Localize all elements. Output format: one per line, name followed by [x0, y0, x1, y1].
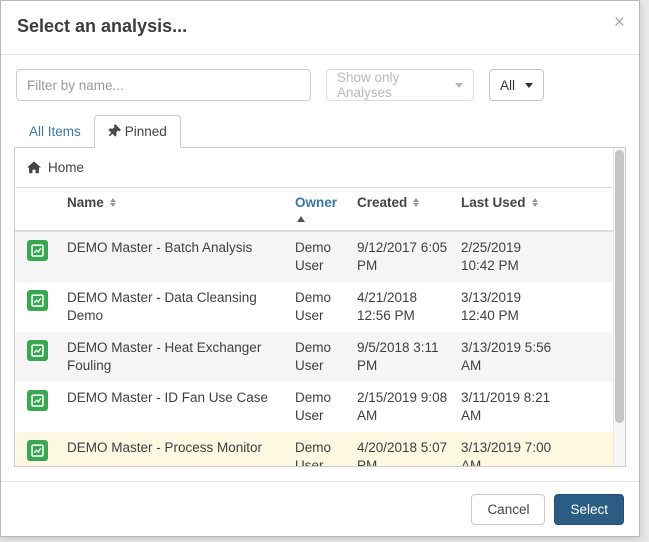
table-body: DEMO Master - Batch Analysis Demo User 9…	[15, 232, 613, 466]
row-created: 4/21/2018 12:56 PM	[357, 289, 461, 325]
column-header-created[interactable]: Created	[357, 194, 461, 212]
row-last-used: 3/13/2019 7:00 AM	[461, 439, 556, 466]
show-only-analyses-dropdown[interactable]: Show only Analyses	[326, 69, 474, 101]
table-row[interactable]: DEMO Master - ID Fan Use Case Demo User …	[15, 382, 613, 432]
modal-title: Select an analysis...	[17, 16, 623, 37]
column-header-last-used[interactable]: Last Used	[461, 194, 556, 212]
row-name: DEMO Master - ID Fan Use Case	[67, 389, 295, 407]
tab-all-items[interactable]: All Items	[16, 116, 94, 147]
row-last-used: 3/11/2019 8:21 AM	[461, 389, 556, 425]
filter-toolbar: Show only Analyses All	[1, 55, 639, 101]
sort-icon	[110, 198, 116, 207]
row-created: 9/12/2017 6:05 PM	[357, 239, 461, 275]
row-name: DEMO Master - Process Monitor	[67, 439, 295, 457]
scrollbar-thumb[interactable]	[615, 150, 624, 423]
row-last-used: 3/13/2019 5:56 AM	[461, 339, 556, 375]
analysis-icon	[27, 340, 48, 361]
row-name: DEMO Master - Data Cleansing Demo	[67, 289, 295, 325]
show-only-analyses-label: Show only Analyses	[337, 70, 447, 100]
close-icon[interactable]: ×	[614, 13, 625, 32]
row-owner: Demo User	[295, 339, 357, 375]
scope-dropdown[interactable]: All	[489, 69, 544, 101]
home-icon	[27, 161, 41, 174]
select-analysis-modal: × Select an analysis... Show only Analys…	[0, 0, 640, 537]
caret-down-icon	[455, 83, 463, 88]
row-name: DEMO Master - Heat Exchanger Fouling	[67, 339, 295, 375]
row-icon-cell	[27, 389, 67, 413]
caret-down-icon	[525, 83, 533, 88]
scope-dropdown-label: All	[500, 78, 515, 93]
analysis-icon	[27, 240, 48, 261]
scrollbar[interactable]	[613, 148, 625, 466]
row-last-used: 2/25/2019 10:42 PM	[461, 239, 556, 275]
pin-icon	[108, 125, 119, 138]
sort-asc-icon	[297, 216, 305, 222]
row-created: 4/20/2018 5:07 PM	[357, 439, 461, 466]
row-owner: Demo User	[295, 289, 357, 325]
tab-all-items-label: All Items	[29, 124, 81, 139]
table-row[interactable]: DEMO Master - Heat Exchanger Fouling Dem…	[15, 332, 613, 382]
row-last-used: 3/13/2019 12:40 PM	[461, 289, 556, 325]
analysis-icon	[27, 440, 48, 461]
select-button[interactable]: Select	[554, 494, 624, 525]
cancel-button[interactable]: Cancel	[471, 494, 545, 525]
filter-by-name-input[interactable]	[16, 69, 311, 101]
items-scroll-area: Home Name Owner Created Last Used	[15, 148, 613, 466]
column-header-name-label: Name	[67, 194, 104, 212]
row-icon-cell	[27, 289, 67, 313]
modal-header: Select an analysis...	[1, 1, 639, 55]
tab-pinned[interactable]: Pinned	[94, 115, 181, 148]
sort-icon	[532, 198, 538, 207]
table-row[interactable]: DEMO Master - Batch Analysis Demo User 9…	[15, 232, 613, 282]
column-header-owner-label: Owner	[295, 194, 337, 212]
table-header: Name Owner Created Last Used	[15, 188, 613, 232]
column-header-last-used-label: Last Used	[461, 194, 526, 212]
tabs: All Items Pinned	[16, 115, 624, 147]
row-created: 9/5/2018 3:11 PM	[357, 339, 461, 375]
analysis-icon	[27, 390, 48, 411]
row-owner: Demo User	[295, 239, 357, 275]
row-icon-cell	[27, 339, 67, 363]
row-owner: Demo User	[295, 439, 357, 466]
row-name: DEMO Master - Batch Analysis	[67, 239, 295, 257]
breadcrumb[interactable]: Home	[15, 148, 613, 188]
column-header-owner[interactable]: Owner	[295, 194, 357, 222]
modal-footer: Cancel Select	[1, 481, 639, 536]
items-panel: Home Name Owner Created Last Used	[14, 147, 626, 467]
row-owner: Demo User	[295, 389, 357, 425]
sort-icon	[413, 198, 419, 207]
table-row[interactable]: DEMO Master - Process Monitor Demo User …	[15, 432, 613, 466]
row-icon-cell	[27, 439, 67, 463]
row-icon-cell	[27, 239, 67, 263]
analysis-icon	[27, 290, 48, 311]
tab-pinned-label: Pinned	[125, 124, 167, 139]
row-created: 2/15/2019 9:08 AM	[357, 389, 461, 425]
column-header-created-label: Created	[357, 194, 407, 212]
column-header-name[interactable]: Name	[67, 194, 295, 212]
table-row[interactable]: DEMO Master - Data Cleansing Demo Demo U…	[15, 282, 613, 332]
breadcrumb-home-label: Home	[48, 160, 84, 175]
